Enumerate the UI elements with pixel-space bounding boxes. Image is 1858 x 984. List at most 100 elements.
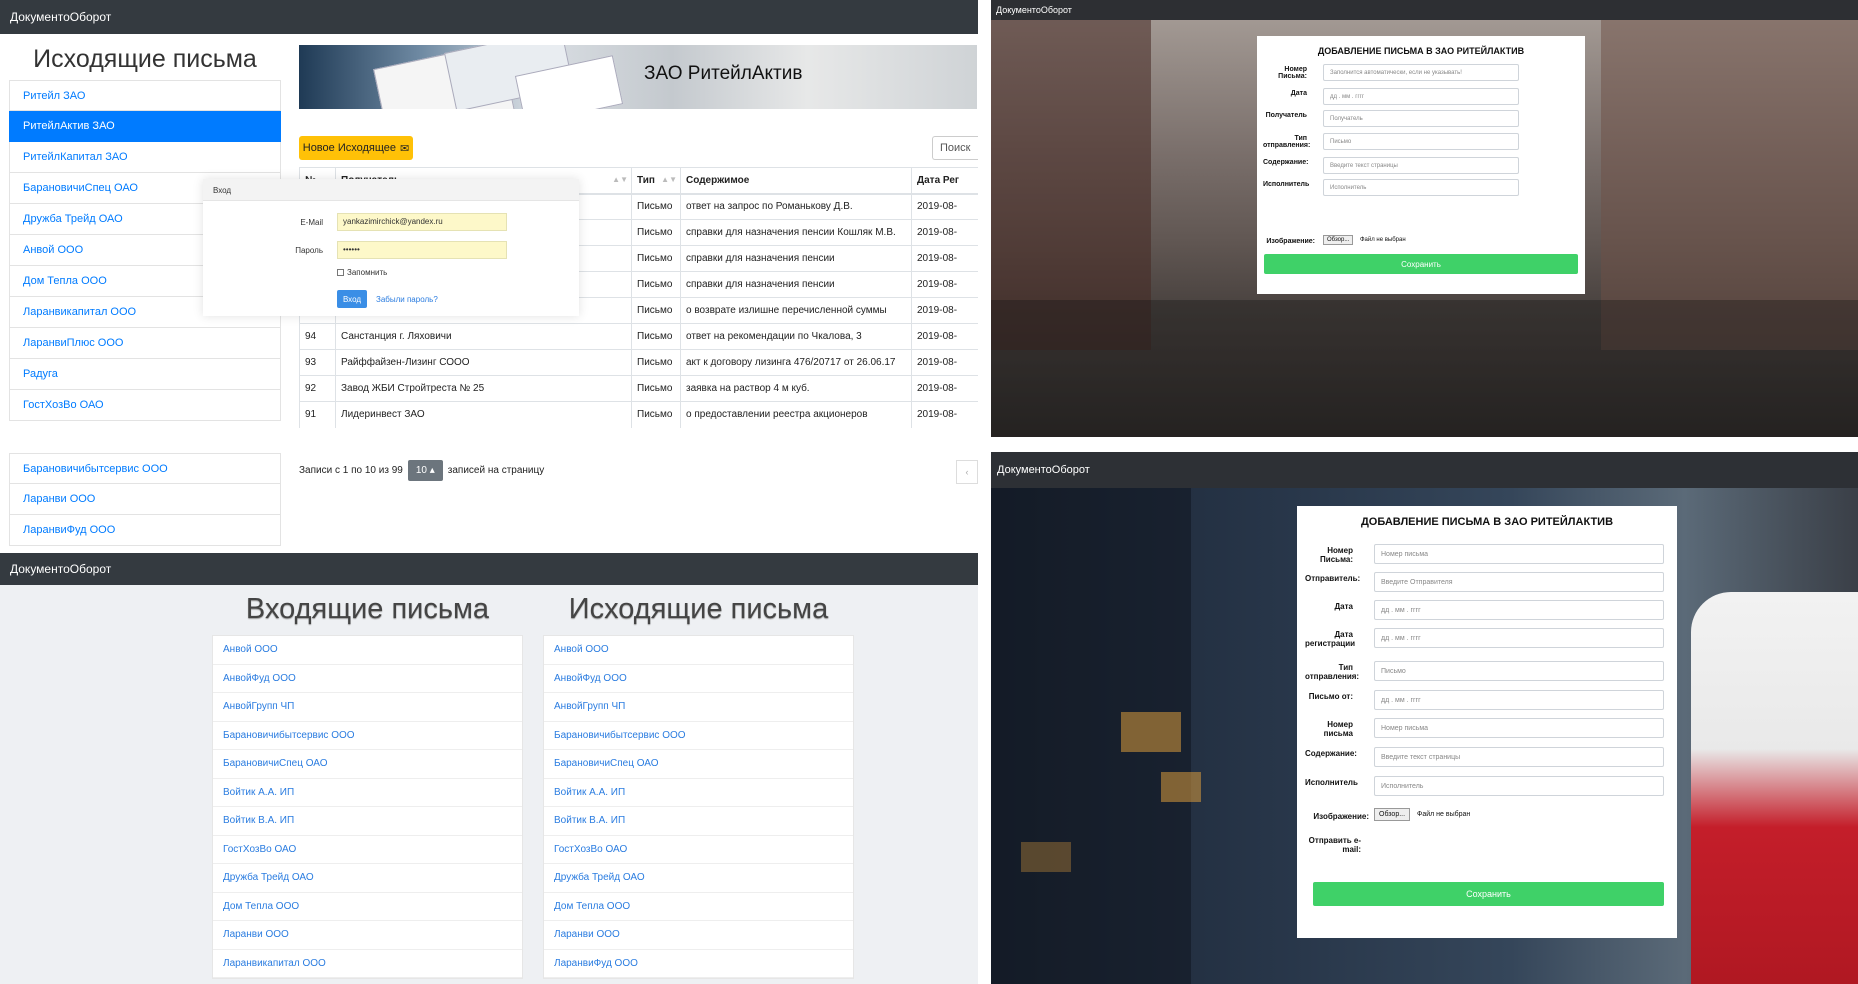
sidebar-item[interactable]: РитейлКапитал ЗАО xyxy=(9,142,281,173)
remember-label: Запомнить xyxy=(347,268,388,277)
list-item[interactable]: АнвойФуд ООО xyxy=(544,665,853,693)
table-cell-content: заявка на раствор 4 м куб. xyxy=(680,375,912,402)
list-item[interactable]: Дом Тепла ООО xyxy=(213,893,522,921)
browse-button[interactable]: Обзор... xyxy=(1323,235,1354,245)
email-field[interactable]: yankazimirchick@yandex.ru xyxy=(337,213,507,231)
sidebar-item[interactable]: РитейлАктив ЗАО xyxy=(9,111,281,142)
form-label: Тип отправления: xyxy=(1305,663,1360,681)
form-input[interactable]: Заполнится автоматически, если не указыв… xyxy=(1323,64,1519,81)
table-cell-type: Письмо xyxy=(631,375,681,402)
outgoing-panel: ДокументоОборот Исходящие письма Ритейл … xyxy=(0,0,978,553)
list-item[interactable]: АнвойГрупп ЧП xyxy=(544,693,853,722)
form-label: Дата регистрации xyxy=(1305,630,1356,648)
table-cell-content: о возврате излишне перечисленной суммы xyxy=(680,297,912,324)
form-label: Письмо от: xyxy=(1308,692,1353,701)
list-item[interactable]: ЛаранвиФуд ООО xyxy=(544,950,853,978)
search-input[interactable]: Поиск xyxy=(932,136,978,160)
brand-link[interactable]: ДокументоОборот xyxy=(10,562,111,576)
table-row[interactable]: 93 Райффайзен-Лизинг СООО Письмо акт к дого… xyxy=(299,349,978,376)
list-item[interactable]: ГостХозВо ОАО xyxy=(544,836,853,864)
list-item[interactable]: Войтик А.А. ИП xyxy=(213,779,522,807)
table-cell-recipient: Санстанция г. Ляховичи xyxy=(335,323,632,350)
remember-checkbox[interactable] xyxy=(337,269,344,276)
list-item[interactable]: Анвой ООО xyxy=(213,636,522,665)
company-list-more: Барановичибытсервис ООО Ларанви ООО Ларанв… xyxy=(9,453,281,546)
form-input[interactable]: Введите текст страницы xyxy=(1323,157,1519,174)
login-button[interactable]: Вход xyxy=(337,290,367,308)
form-input[interactable]: Введите Отправителя xyxy=(1374,572,1664,592)
sidebar-item[interactable]: Барановичибытсервис ООО xyxy=(9,453,281,484)
table-cell-content: справки для назначения пенсии xyxy=(680,245,912,272)
table-row[interactable]: 94 Санстанция г. Ляховичи Письмо ответ на р… xyxy=(299,323,978,350)
sidebar-item[interactable]: ГостХозВо ОАО xyxy=(9,390,281,421)
envelope-icon: ✉ xyxy=(400,142,410,155)
table-cell-content: ответ на запрос по Романькову Д.В. xyxy=(680,193,912,220)
list-item[interactable]: Дружба Трейд ОАО xyxy=(544,864,853,893)
column-header-date[interactable]: Дата Рег xyxy=(911,167,978,195)
login-title: Вход xyxy=(203,179,579,201)
list-item[interactable]: Войтик А.А. ИП xyxy=(544,779,853,807)
table-cell-type: Письмо xyxy=(631,323,681,350)
table-cell-recipient: Лидеринвест ЗАО xyxy=(335,401,632,428)
list-item[interactable]: Дружба Трейд ОАО xyxy=(213,864,522,893)
type-select[interactable]: Письмо xyxy=(1374,661,1664,681)
forgot-password-link[interactable]: Забыли пароль? xyxy=(376,295,438,304)
table-row[interactable]: 92 Завод ЖБИ Стройтреста № 25 Письмо заявка… xyxy=(299,375,978,402)
no-file-text: Файл не выбран xyxy=(1360,237,1406,243)
list-item[interactable]: Анвой ООО xyxy=(544,636,853,665)
add-letter-panel-small: ДокументоОборот ДОБАВЛЕНИЕ ПИСЬМА В ЗАО … xyxy=(991,0,1858,437)
form-input[interactable]: дд . мм . гггг xyxy=(1374,690,1664,710)
table-cell-content: о предоставлении реестра акционеров xyxy=(680,401,912,428)
form-input[interactable]: дд . мм . гггг xyxy=(1374,600,1664,620)
list-item[interactable]: Барановичибытсервис ООО xyxy=(544,722,853,750)
brand-link[interactable]: ДокументоОборот xyxy=(996,5,1072,15)
sidebar-item[interactable]: Ритейл ЗАО xyxy=(9,80,281,111)
form-input[interactable]: Исполнитель xyxy=(1323,179,1519,196)
password-field[interactable]: •••••• xyxy=(337,241,507,259)
page-title: Исходящие письма xyxy=(33,45,257,73)
browse-button[interactable]: Обзор... xyxy=(1374,808,1411,821)
save-button[interactable]: Сохранить xyxy=(1313,882,1664,906)
list-item[interactable]: АнвойГрупп ЧП xyxy=(213,693,522,722)
new-outgoing-button[interactable]: Новое Исходящее ✉ xyxy=(299,136,413,160)
incoming-title: Входящие письма xyxy=(245,593,490,625)
prev-page-button[interactable]: ‹ xyxy=(956,460,978,484)
list-item[interactable]: Ларанвикапитал ООО xyxy=(213,950,522,978)
form-input[interactable]: Получатель xyxy=(1323,110,1519,127)
banner-title: ЗАО РитейлАктив xyxy=(644,63,803,84)
column-header-type[interactable]: Тип ▲▼ xyxy=(631,167,681,195)
list-item[interactable]: БарановичиСпец ОАО xyxy=(544,750,853,779)
form-input[interactable]: дд . мм . гггг xyxy=(1323,88,1519,105)
incoming-company-list: Анвой ООО АнвойФуд ООО АнвойГрупп ЧП Барано… xyxy=(212,635,523,979)
list-item[interactable]: Дом Тепла ООО xyxy=(544,893,853,921)
form-input[interactable]: Номер письма xyxy=(1374,544,1664,564)
email-label: E-Mail xyxy=(300,218,323,227)
list-item[interactable]: Войтик В.А. ИП xyxy=(544,807,853,836)
form-input[interactable]: Исполнитель xyxy=(1374,776,1664,796)
table-cell-content: справки для назначения пенсии Кошляк М.В… xyxy=(680,219,912,246)
list-item[interactable]: Ларанви ООО xyxy=(213,921,522,950)
form-input[interactable]: Введите текст страницы xyxy=(1374,747,1664,767)
list-item[interactable]: Барановичибытсервис ООО xyxy=(213,722,522,750)
list-item[interactable]: Ларанви ООО xyxy=(544,921,853,950)
sidebar-item[interactable]: Радуга xyxy=(9,359,281,390)
brand-link[interactable]: ДокументоОборот xyxy=(10,10,111,24)
sidebar-item[interactable]: ЛаранвиФуд ООО xyxy=(9,515,281,546)
save-button[interactable]: Сохранить xyxy=(1264,254,1578,274)
brand-link[interactable]: ДокументоОборот xyxy=(997,464,1090,476)
list-item[interactable]: АнвойФуд ООО xyxy=(213,665,522,693)
form-input[interactable]: Номер письма xyxy=(1374,718,1664,738)
outgoing-title: Исходящие письма xyxy=(568,593,829,625)
sidebar-item[interactable]: ЛаранвиПлюс ООО xyxy=(9,328,281,359)
sidebar-item[interactable]: Ларанви ООО xyxy=(9,484,281,515)
table-row[interactable]: 91 Лидеринвест ЗАО Письмо о предоставлении … xyxy=(299,401,978,428)
list-item[interactable]: БарановичиСпец ОАО xyxy=(213,750,522,779)
company-banner: ЗАО РитейлАктив xyxy=(299,45,977,109)
type-select[interactable]: Письмо xyxy=(1323,133,1519,150)
column-header-content[interactable]: Содержимое xyxy=(680,167,912,195)
page-size-select[interactable]: 10 ▴ xyxy=(407,460,443,481)
form-input[interactable]: дд . мм . гггг xyxy=(1374,628,1664,648)
list-item[interactable]: ГостХозВо ОАО xyxy=(213,836,522,864)
form-label: Дата xyxy=(1290,90,1307,97)
list-item[interactable]: Войтик В.А. ИП xyxy=(213,807,522,836)
